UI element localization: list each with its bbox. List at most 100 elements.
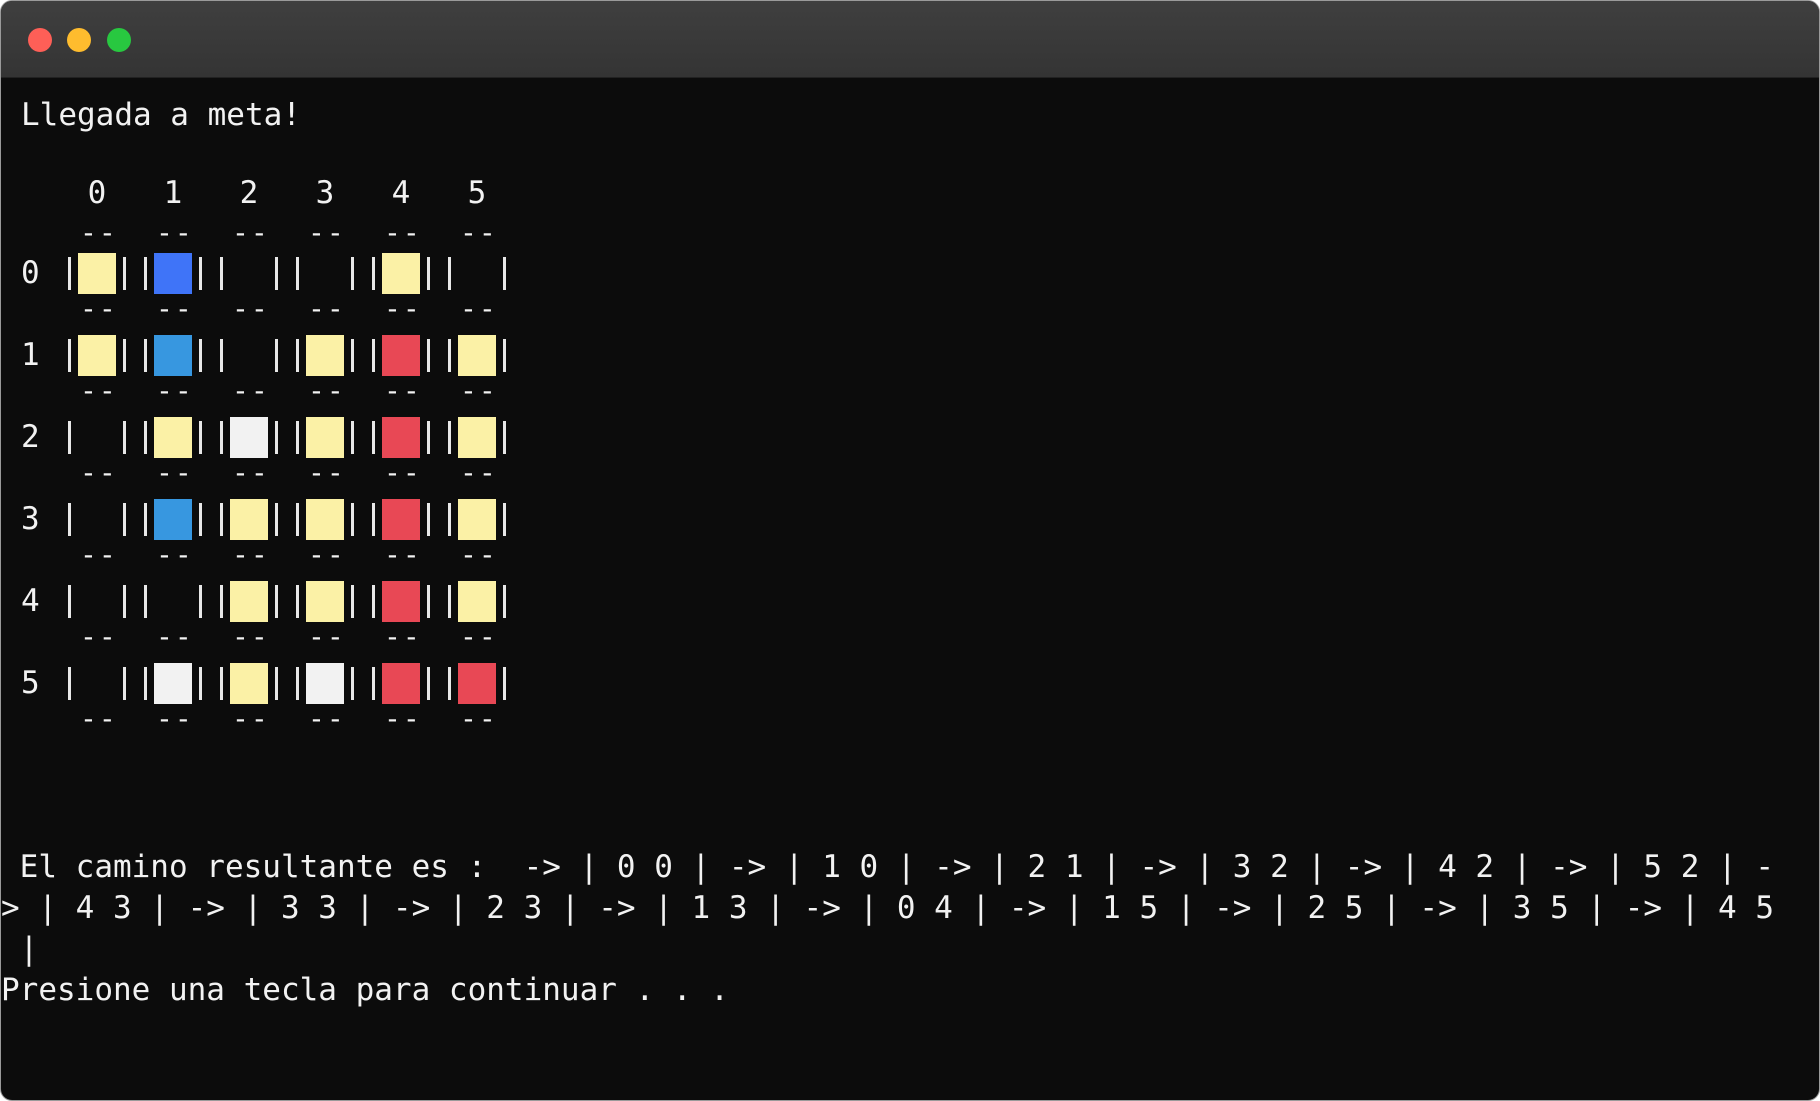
cell-border	[275, 585, 278, 618]
maze-cell-lightblue	[154, 335, 192, 376]
maze-cell-white	[230, 417, 268, 458]
cell-border	[123, 421, 126, 454]
maze-cell-white	[154, 663, 192, 704]
cell-border	[448, 667, 451, 700]
row-label: 0	[21, 255, 40, 291]
cell-border	[220, 339, 223, 372]
header-text: Llegada a meta!	[21, 97, 301, 133]
maze-cell-red	[458, 663, 496, 704]
cell-border	[427, 503, 430, 536]
minimize-button[interactable]	[67, 28, 91, 52]
cell-separator: --	[460, 456, 498, 489]
maze-cell-empty	[78, 499, 116, 540]
cell-border	[123, 667, 126, 700]
cell-border	[448, 257, 451, 290]
maze-cell-yellow	[458, 499, 496, 540]
cell-separator: --	[80, 374, 118, 407]
cell-border	[144, 585, 147, 618]
cell-separator: --	[80, 538, 118, 571]
cell-border	[503, 339, 506, 372]
cell-separator: --	[232, 374, 270, 407]
cell-border	[448, 421, 451, 454]
cell-separator: --	[460, 374, 498, 407]
cell-separator: --	[460, 538, 498, 571]
cell-border	[220, 585, 223, 618]
cell-border	[296, 421, 299, 454]
cell-border	[351, 421, 354, 454]
cell-border	[372, 339, 375, 372]
cell-border	[275, 257, 278, 290]
cell-separator: --	[308, 374, 346, 407]
cell-separator: --	[384, 216, 422, 249]
cell-border	[503, 257, 506, 290]
cell-separator: --	[232, 216, 270, 249]
maze-cell-yellow	[78, 253, 116, 294]
cell-separator: --	[232, 538, 270, 571]
cell-border	[296, 667, 299, 700]
title-bar	[1, 1, 1819, 78]
cell-border	[427, 257, 430, 290]
cell-separator: --	[156, 456, 194, 489]
cell-border	[144, 421, 147, 454]
maze-cell-yellow	[230, 663, 268, 704]
cell-separator: --	[80, 620, 118, 653]
cell-separator: --	[308, 620, 346, 653]
cell-border	[296, 503, 299, 536]
cell-separator: --	[308, 292, 346, 325]
cell-border	[144, 503, 147, 536]
cell-border	[275, 503, 278, 536]
maze-cell-empty	[306, 253, 344, 294]
cell-separator: --	[156, 538, 194, 571]
cell-border	[275, 339, 278, 372]
close-button[interactable]	[28, 28, 52, 52]
cell-border	[296, 585, 299, 618]
maze-cell-yellow	[230, 581, 268, 622]
cell-separator: --	[384, 538, 422, 571]
cell-separator: --	[156, 702, 194, 735]
cell-separator: --	[384, 620, 422, 653]
cell-separator: --	[80, 456, 118, 489]
cell-border	[144, 257, 147, 290]
cell-border	[503, 503, 506, 536]
cell-separator: --	[232, 456, 270, 489]
cell-border	[68, 339, 71, 372]
cell-border	[372, 257, 375, 290]
maze-cell-yellow	[78, 335, 116, 376]
cell-separator: --	[308, 456, 346, 489]
cell-border	[68, 667, 71, 700]
cell-separator: --	[156, 374, 194, 407]
maze-cell-red	[382, 417, 420, 458]
cell-border	[351, 503, 354, 536]
cell-border	[351, 257, 354, 290]
maze-cell-empty	[78, 581, 116, 622]
maze-cell-blue	[154, 253, 192, 294]
continue-prompt: Presione una tecla para continuar . . .	[1, 972, 729, 1008]
cell-border	[372, 503, 375, 536]
cell-separator: --	[384, 456, 422, 489]
cell-border	[372, 667, 375, 700]
cell-border	[351, 339, 354, 372]
cell-separator: --	[156, 620, 194, 653]
maze-cell-lightblue	[154, 499, 192, 540]
cell-border	[427, 585, 430, 618]
maze-cell-red	[382, 335, 420, 376]
cell-border	[503, 585, 506, 618]
cell-border	[427, 421, 430, 454]
cell-border	[351, 585, 354, 618]
cell-separator: --	[460, 216, 498, 249]
cell-border	[199, 585, 202, 618]
cell-separator: --	[460, 292, 498, 325]
cell-separator: --	[80, 216, 118, 249]
row-label: 1	[21, 337, 40, 373]
cell-border	[372, 421, 375, 454]
maze-cell-empty	[154, 581, 192, 622]
cell-border	[448, 339, 451, 372]
maze-cell-empty	[78, 663, 116, 704]
maze-cell-empty	[458, 253, 496, 294]
cell-border	[123, 339, 126, 372]
cell-border	[503, 421, 506, 454]
cell-separator: --	[156, 292, 194, 325]
maximize-button[interactable]	[107, 28, 131, 52]
maze-cell-yellow	[458, 335, 496, 376]
path-line-1: El camino resultante es : -> | 0 0 | -> …	[1, 849, 1775, 885]
